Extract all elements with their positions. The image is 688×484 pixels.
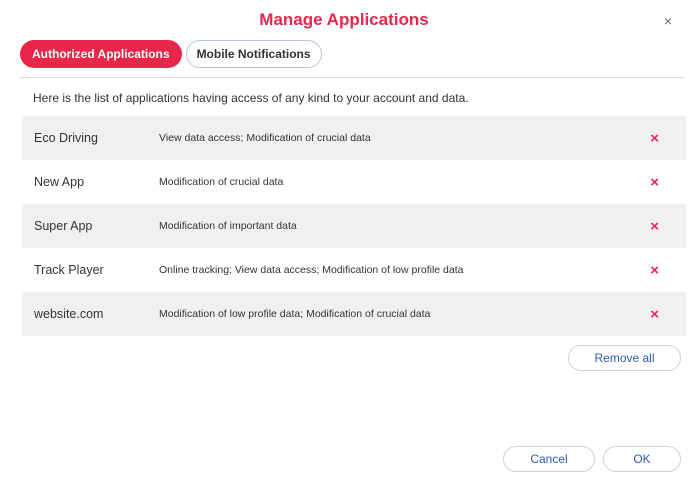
app-name: Super App: [34, 219, 93, 233]
remove-app-icon[interactable]: ×: [650, 263, 659, 278]
intro-text: Here is the list of applications having …: [33, 91, 469, 105]
tab-mobile-notifications[interactable]: Mobile Notifications: [185, 40, 322, 68]
tab-authorized-applications[interactable]: Authorized Applications: [20, 40, 182, 68]
app-permissions: Modification of low profile data; Modifi…: [159, 308, 431, 320]
divider: [20, 77, 684, 78]
app-name: Eco Driving: [34, 131, 98, 145]
ok-button[interactable]: OK: [603, 446, 681, 472]
remove-all-button[interactable]: Remove all: [568, 345, 681, 371]
list-item: Track Player Online tracking; View data …: [22, 248, 686, 292]
remove-app-icon[interactable]: ×: [650, 131, 659, 146]
application-list: Eco Driving View data access; Modificati…: [22, 116, 686, 336]
remove-app-icon[interactable]: ×: [650, 219, 659, 234]
app-name: Track Player: [34, 263, 104, 277]
list-item: New App Modification of crucial data ×: [22, 160, 686, 204]
app-name: New App: [34, 175, 85, 189]
list-item: Super App Modification of important data…: [22, 204, 686, 248]
list-item: Eco Driving View data access; Modificati…: [22, 116, 686, 160]
app-permissions: Modification of crucial data: [159, 176, 284, 188]
app-permissions: Modification of important data: [159, 220, 297, 232]
list-item: website.com Modification of low profile …: [22, 292, 686, 336]
remove-app-icon[interactable]: ×: [650, 307, 659, 322]
app-name: website.com: [34, 307, 104, 321]
dialog-title: Manage Applications: [259, 10, 429, 29]
cancel-button[interactable]: Cancel: [503, 446, 595, 472]
app-permissions: Online tracking; View data access; Modif…: [159, 264, 464, 276]
close-icon[interactable]: ×: [664, 14, 672, 28]
tab-bar: Authorized Applications Mobile Notificat…: [20, 40, 322, 68]
remove-app-icon[interactable]: ×: [650, 175, 659, 190]
app-permissions: View data access; Modification of crucia…: [159, 132, 371, 144]
